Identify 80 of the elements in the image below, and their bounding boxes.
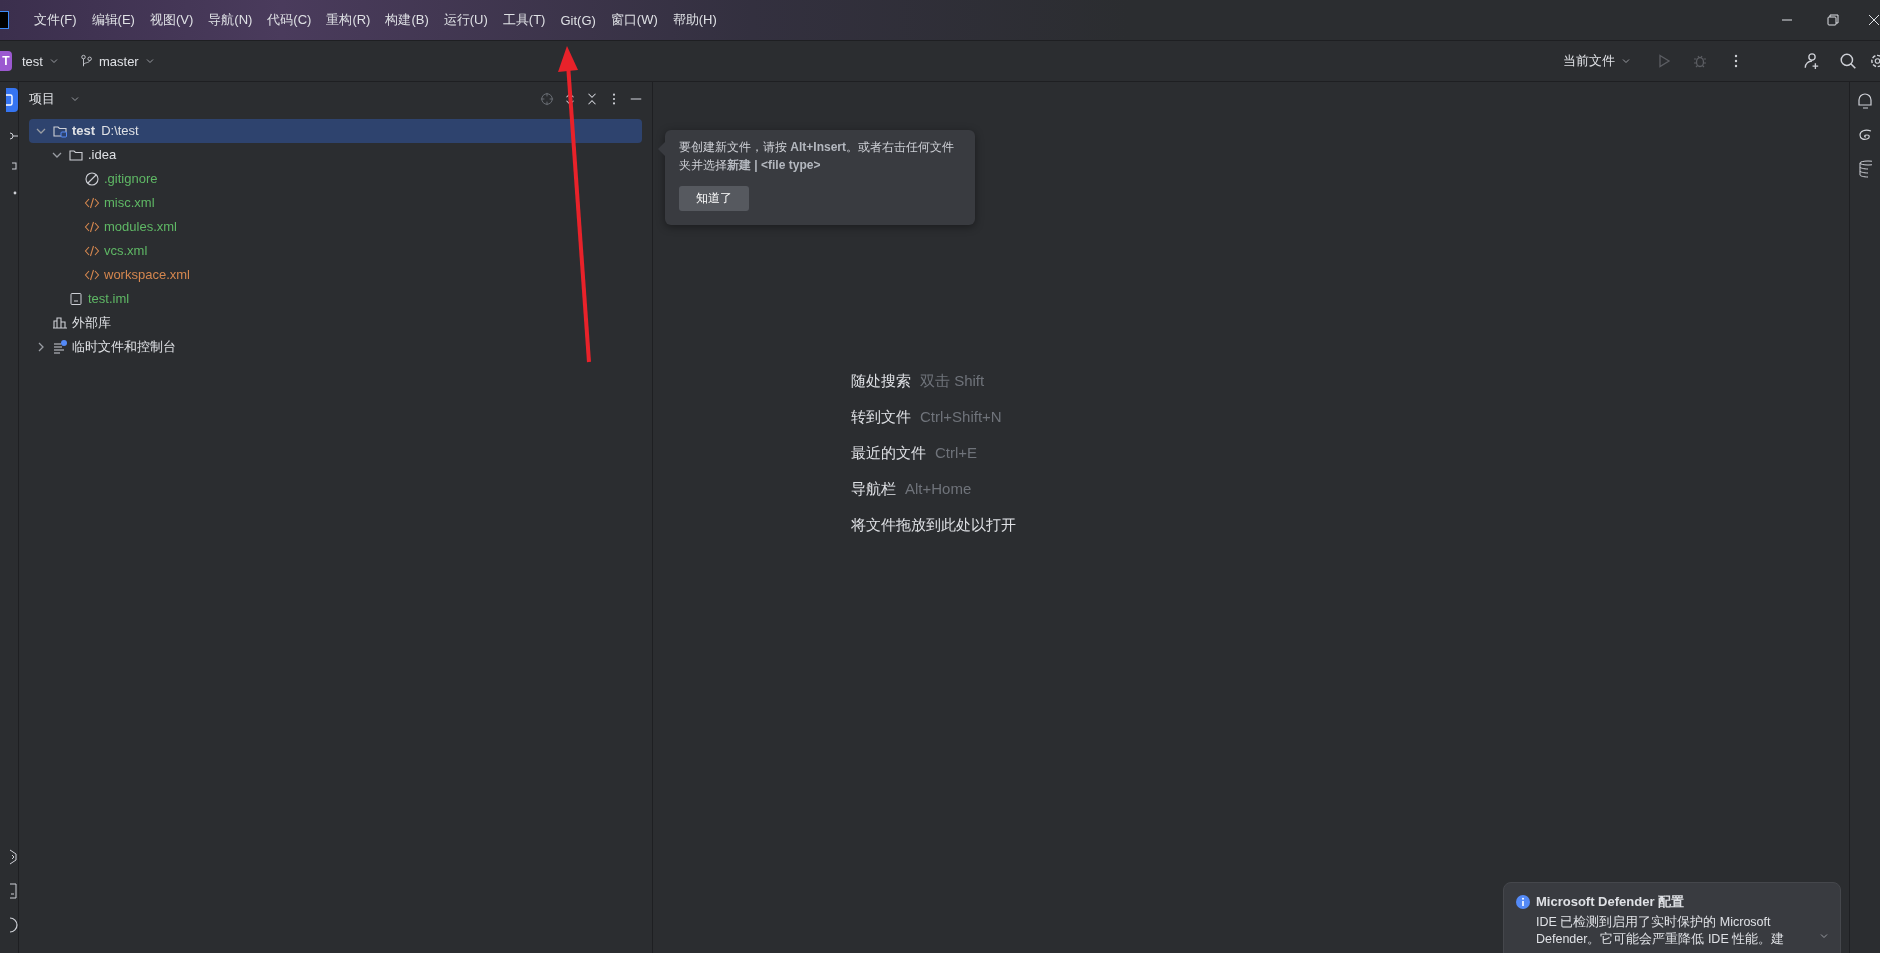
info-icon: [1516, 895, 1530, 909]
menu-item[interactable]: 窗口(W): [603, 7, 665, 33]
file-name: test: [72, 122, 96, 140]
commit-icon[interactable]: [10, 130, 18, 142]
menu-item[interactable]: 视图(V): [142, 7, 201, 33]
hint-label: 随处搜索: [851, 372, 911, 391]
tree-row[interactable]: .idea: [29, 143, 642, 167]
tree-row[interactable]: test.iml: [29, 287, 642, 311]
menu-item[interactable]: 编辑(E): [84, 7, 142, 33]
menu-item[interactable]: 工具(T): [495, 7, 553, 33]
shortcut-text: Ctrl+E: [935, 444, 978, 463]
file-name: vcs.xml: [104, 242, 148, 260]
scratch-list-icon: [52, 339, 68, 355]
tree-row[interactable]: workspace.xml: [29, 263, 642, 287]
notifications-icon[interactable]: [1858, 92, 1872, 110]
run-configuration-dropdown[interactable]: 当前文件: [1557, 48, 1638, 74]
xml-file-icon: [84, 195, 100, 211]
more-tools-icon[interactable]: [12, 190, 18, 196]
file-path: D:\test: [101, 122, 139, 140]
menu-item[interactable]: 重构(R): [319, 7, 378, 33]
hint-label: 导航栏: [851, 480, 896, 499]
locate-icon[interactable]: [540, 92, 554, 106]
file-name: workspace.xml: [104, 266, 190, 284]
tree-row[interactable]: modules.xml: [29, 215, 642, 239]
tree-row[interactable]: misc.xml: [29, 191, 642, 215]
close-icon[interactable]: [1868, 14, 1880, 26]
menu-item[interactable]: 构建(B): [378, 7, 436, 33]
ignore-file-icon: [84, 171, 100, 187]
shortcut-text: 双击 Shift: [920, 372, 985, 391]
project-view-dropdown[interactable]: 项目: [29, 88, 81, 110]
notification-text: IDE 已检测到启用了实时保护的 Microsoft Defender。它可能会严重降低 IDE 性能。建: [1536, 914, 1786, 948]
tree-row[interactable]: .gitignore: [29, 167, 642, 191]
database-icon[interactable]: [1858, 160, 1872, 178]
structure-icon[interactable]: [12, 160, 18, 172]
app-logo-icon: [0, 11, 9, 29]
got-it-button[interactable]: 知道了: [679, 186, 749, 211]
add-user-icon[interactable]: [1803, 52, 1821, 70]
library-icon: [52, 315, 68, 331]
file-name: test.iml: [88, 290, 130, 308]
hint-label: 将文件拖放到此处以打开: [851, 516, 1016, 535]
collapse-all-icon[interactable]: [586, 92, 598, 106]
xml-file-icon: [84, 267, 100, 283]
menu-item[interactable]: 运行(U): [436, 7, 495, 33]
module-file-icon: [68, 291, 84, 307]
tree-row[interactable]: test D:\test: [29, 119, 642, 143]
file-name: misc.xml: [104, 194, 155, 212]
search-icon[interactable]: [1839, 52, 1857, 70]
xml-file-icon: [84, 219, 100, 235]
services-icon[interactable]: [10, 849, 18, 865]
tooltip-text: 要创建新文件，请按 Alt+Insert。或者右击任何文件夹并选择新建 | <file type>: [679, 139, 956, 174]
file-name: .idea: [88, 146, 117, 164]
shortcut-text: Ctrl+Shift+N: [920, 408, 1002, 427]
project-badge: T: [0, 51, 12, 71]
notification-title: Microsoft Defender 配置: [1536, 893, 1685, 911]
tree-row[interactable]: 外部库: [29, 311, 642, 335]
terminal-icon[interactable]: [10, 883, 18, 899]
file-name: modules.xml: [104, 218, 177, 236]
restore-icon[interactable]: [1827, 14, 1839, 26]
menu-item[interactable]: Git(G): [553, 8, 603, 32]
branch-icon: [79, 54, 94, 68]
expand-all-icon[interactable]: [564, 92, 576, 106]
menu-item[interactable]: 帮助(H): [665, 7, 724, 33]
tree-row[interactable]: 临时文件和控制台: [29, 335, 642, 359]
project-switcher[interactable]: test: [16, 49, 66, 73]
file-name: .gitignore: [104, 170, 158, 188]
hint-label: 转到文件: [851, 408, 911, 427]
branch-switcher[interactable]: master: [73, 49, 162, 73]
folder-icon: [68, 147, 84, 163]
menu-item[interactable]: 导航(N): [201, 7, 260, 33]
project-folder-icon: [52, 123, 68, 139]
shortcut-text: Alt+Home: [905, 480, 972, 499]
xml-file-icon: [84, 243, 100, 259]
menu-item[interactable]: 代码(C): [260, 7, 319, 33]
menu-item[interactable]: 文件(F): [27, 7, 84, 33]
hint-label: 最近的文件: [851, 444, 926, 463]
file-name: 临时文件和控制台: [72, 338, 176, 356]
problems-icon[interactable]: [10, 917, 18, 933]
file-name: 外部库: [72, 314, 111, 332]
tree-row[interactable]: vcs.xml: [29, 239, 642, 263]
project-tool-icon[interactable]: [6, 88, 18, 112]
